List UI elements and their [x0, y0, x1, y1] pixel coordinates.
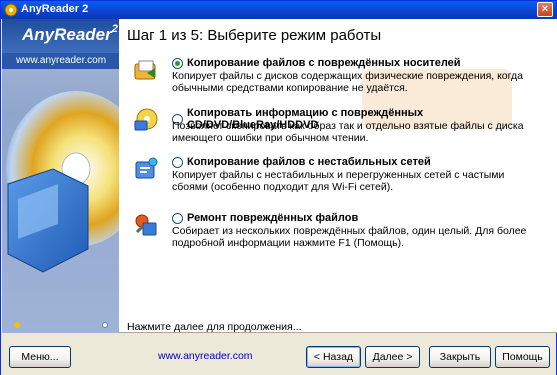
option-radio-3[interactable]	[172, 156, 183, 168]
window-close-button[interactable]: ×	[537, 2, 553, 17]
logo-name: AnyReader	[22, 25, 112, 44]
help-button[interactable]: Помощь	[495, 346, 550, 368]
wizard-content: Шаг 1 из 5: Выберите режим работы Копиро…	[119, 19, 557, 333]
wizard-footer: Меню... www.anyreader.com < Назад Далее …	[1, 334, 556, 375]
option-label-3: Копирование файлов с нестабильных сетей	[187, 156, 431, 168]
folder-copy-icon	[134, 60, 156, 80]
option-desc-2: Позволяет скопировать как образ так и от…	[172, 120, 524, 144]
logo-version: 2	[111, 23, 118, 35]
option-desc-1: Копирует файлы с дисков содержащих физич…	[172, 70, 523, 94]
app-window: AnyReader 2 × AnyReader2 www.anyreader.c…	[0, 0, 557, 375]
title-bar[interactable]: AnyReader 2 ×	[1, 1, 556, 19]
option-label-4: Ремонт повреждённых файлов	[187, 212, 359, 224]
brand-sidebar: AnyReader2 www.anyreader.com	[2, 19, 119, 333]
window-title: AnyReader 2	[21, 3, 89, 15]
option-radio-1[interactable]	[172, 57, 183, 69]
close-button[interactable]: Закрыть	[429, 346, 491, 368]
footer-site-link[interactable]: www.anyreader.com	[158, 350, 253, 362]
option-label-1: Копирование файлов с повреждённых носите…	[187, 57, 461, 69]
continue-hint: Нажмите далее для продолжения...	[127, 321, 302, 333]
sidebar-site-link[interactable]: www.anyreader.com	[2, 53, 119, 69]
page-title: Шаг 1 из 5: Выберите режим работы	[127, 27, 382, 44]
option-desc-4: Собирает из нескольких повреждённых файл…	[172, 225, 527, 249]
sidebar-dot-yellow-icon	[14, 322, 20, 328]
back-button[interactable]: < Назад	[306, 346, 361, 368]
network-copy-icon	[135, 157, 158, 179]
file-repair-icon	[135, 214, 157, 236]
disc-folder-illustration-icon	[6, 91, 119, 273]
disc-copy-icon	[134, 108, 158, 131]
option-desc-3: Копирует файлы с нестабильных и перегруж…	[172, 169, 505, 193]
option-radio-4[interactable]	[172, 212, 183, 224]
menu-button[interactable]: Меню...	[9, 346, 71, 368]
next-button[interactable]: Далее >	[365, 346, 420, 368]
sidebar-dot-white-icon	[102, 322, 108, 328]
app-icon	[4, 3, 18, 17]
logo: AnyReader2	[2, 19, 119, 53]
